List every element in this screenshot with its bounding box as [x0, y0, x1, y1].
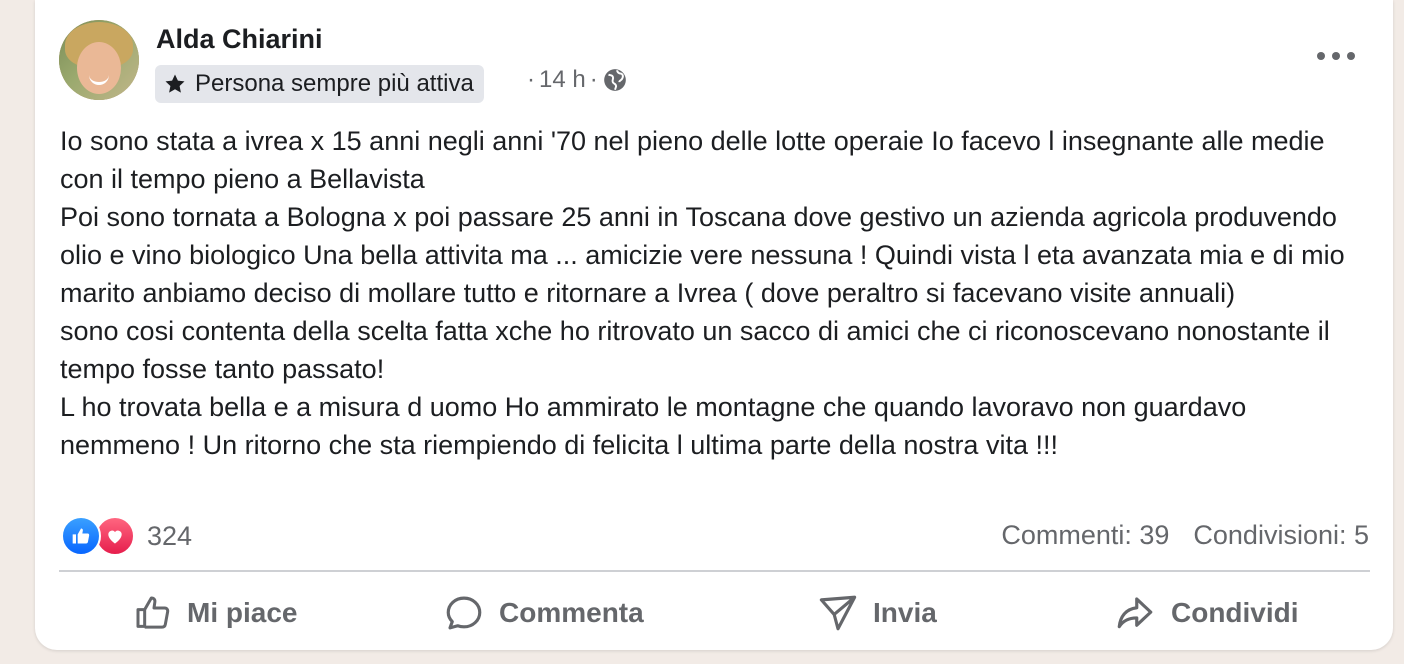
more-options-icon[interactable]: [1317, 44, 1355, 68]
send-label: Invia: [873, 597, 937, 628]
share-button[interactable]: Condividi: [1113, 590, 1299, 636]
author-name[interactable]: Alda Chiarini: [156, 24, 323, 55]
shares-count[interactable]: Condivisioni: 5: [1193, 520, 1369, 551]
love-reaction-icon: [95, 516, 135, 556]
divider: [59, 570, 1370, 572]
post-card: Alda Chiarini Persona sempre più attiva …: [35, 0, 1393, 650]
send-icon: [819, 595, 857, 631]
like-label: Mi piace: [187, 597, 298, 628]
comment-button[interactable]: Commenta: [443, 590, 644, 636]
share-arrow-icon: [1117, 597, 1153, 629]
like-button[interactable]: Mi piace: [133, 590, 297, 636]
thumbs-up-icon: [136, 596, 170, 629]
engagement-stats: Commenti: 39 Condivisioni: 5: [1001, 520, 1369, 551]
badge-label: Persona sempre più attiva: [195, 70, 474, 97]
like-reaction-icon: [61, 516, 101, 556]
globe-icon[interactable]: [602, 67, 628, 93]
post-paragraph: sono cosi contenta della scelta fatta xc…: [60, 316, 1330, 384]
send-button[interactable]: Invia: [817, 590, 937, 636]
post-meta: · 14 h ·: [523, 66, 628, 94]
star-icon: [165, 74, 185, 93]
post-paragraph: Poi sono tornata a Bologna x poi passare…: [60, 202, 1345, 308]
author-avatar[interactable]: [59, 20, 139, 100]
share-label: Condividi: [1171, 597, 1299, 628]
comment-bubble-icon: [446, 596, 482, 630]
post-time[interactable]: 14 h: [539, 66, 586, 94]
post-paragraph: Io sono stata a ivrea x 15 anni negli an…: [60, 126, 1325, 194]
post-body: Io sono stata a ivrea x 15 anni negli an…: [60, 122, 1370, 464]
post-paragraph: L ho trovata bella e a misura d uomo Ho …: [60, 392, 1247, 460]
comment-label: Commenta: [499, 597, 644, 628]
reaction-count: 324: [147, 520, 193, 551]
reactions-summary[interactable]: 324: [61, 516, 192, 556]
top-fan-badge[interactable]: Persona sempre più attiva: [155, 65, 484, 103]
comments-count[interactable]: Commenti: 39: [1001, 520, 1169, 551]
